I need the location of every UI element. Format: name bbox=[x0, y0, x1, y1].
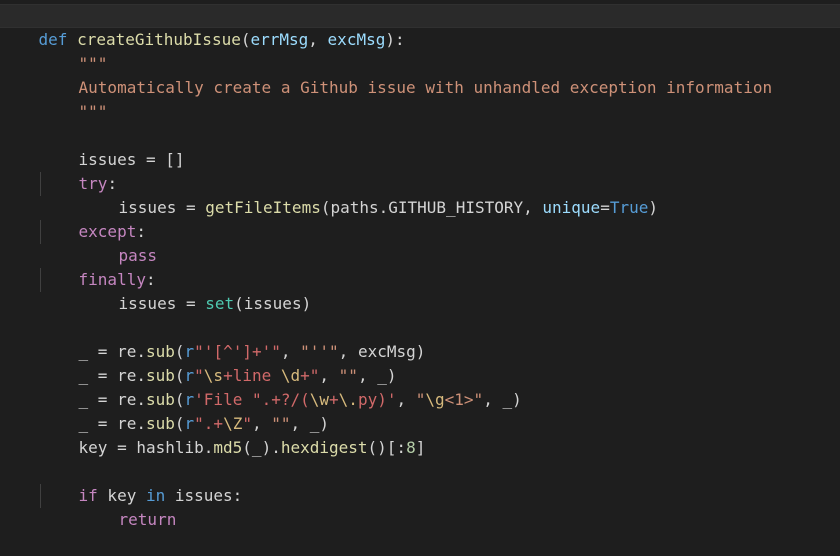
code-editor[interactable]: def createGithubIssue(errMsg, excMsg): "… bbox=[0, 0, 840, 529]
code-line-4[interactable]: """ bbox=[40, 76, 108, 121]
code-line-11[interactable]: finally: bbox=[40, 244, 156, 289]
code-line-3[interactable]: Automatically create a Github issue with… bbox=[40, 52, 773, 97]
code-line-14[interactable]: _ = re.sub(r"'[^']+'", "''", excMsg) bbox=[40, 316, 426, 361]
code-line-6[interactable]: issues = [] bbox=[40, 124, 185, 169]
string-escape: \g bbox=[425, 390, 445, 409]
docstring-close: """ bbox=[78, 102, 108, 121]
punct: ()[: bbox=[367, 438, 407, 457]
regex-pattern: + bbox=[329, 390, 339, 409]
function-call: md5 bbox=[213, 438, 243, 457]
args: , _) bbox=[483, 390, 522, 409]
number-literal: 8 bbox=[406, 438, 416, 457]
code-line-20[interactable]: if key in issues: bbox=[40, 460, 243, 505]
code-line-16[interactable]: _ = re.sub(r'File ".+?/(\w+\.py)', "\g<1… bbox=[40, 364, 522, 409]
param-errmsg: errMsg bbox=[250, 30, 309, 49]
code-line-8[interactable]: issues = getFileItems(paths.GITHUB_HISTO… bbox=[80, 172, 658, 217]
args: (issues) bbox=[234, 294, 312, 313]
code-line-15[interactable]: _ = re.sub(r"\s+line \d+", "", _) bbox=[40, 340, 397, 385]
code-line-9[interactable]: except: bbox=[40, 196, 146, 241]
code-line-21[interactable]: return bbox=[80, 484, 177, 529]
statement: issues: bbox=[165, 486, 243, 505]
function-call: hexdigest bbox=[280, 438, 368, 457]
statement: issues = bbox=[118, 294, 206, 313]
builtin-set: set bbox=[205, 294, 235, 313]
punct: ) bbox=[648, 198, 658, 217]
kwarg-name: unique bbox=[542, 198, 601, 217]
punct: , bbox=[396, 390, 416, 409]
code-line-2[interactable]: """ bbox=[40, 28, 108, 73]
regex-pattern: py) bbox=[357, 390, 387, 409]
code-line-1[interactable]: def createGithubIssue(errMsg, excMsg): bbox=[0, 4, 405, 49]
code-line-17[interactable]: _ = re.sub(r".+\Z", "", _) bbox=[40, 388, 330, 433]
regex-escape: \. bbox=[338, 390, 358, 409]
function-call: getFileItems bbox=[205, 198, 321, 217]
punct: ] bbox=[415, 438, 426, 457]
code-line-12[interactable]: issues = set(issues) bbox=[80, 268, 312, 313]
code-line-18[interactable]: key = hashlib.md5(_).hexdigest()[:8] bbox=[40, 412, 426, 457]
args: (paths.GITHUB_HISTORY, bbox=[320, 198, 543, 217]
punct: (_). bbox=[242, 438, 281, 457]
keyword-return: return bbox=[118, 510, 177, 529]
constant-true: True bbox=[609, 198, 649, 217]
code-line-7[interactable]: try: bbox=[40, 148, 118, 193]
docstring-text: Automatically create a Github issue with… bbox=[78, 78, 773, 97]
punct: = bbox=[600, 198, 610, 217]
code-line-10[interactable]: pass bbox=[80, 220, 158, 265]
param-excmsg: excMsg bbox=[327, 30, 386, 49]
string-literal: <1>" bbox=[444, 390, 484, 409]
punct: ): bbox=[385, 30, 405, 49]
punct: , bbox=[308, 30, 328, 49]
string-literal: " bbox=[415, 390, 426, 409]
statement: key = hashlib. bbox=[78, 438, 214, 457]
